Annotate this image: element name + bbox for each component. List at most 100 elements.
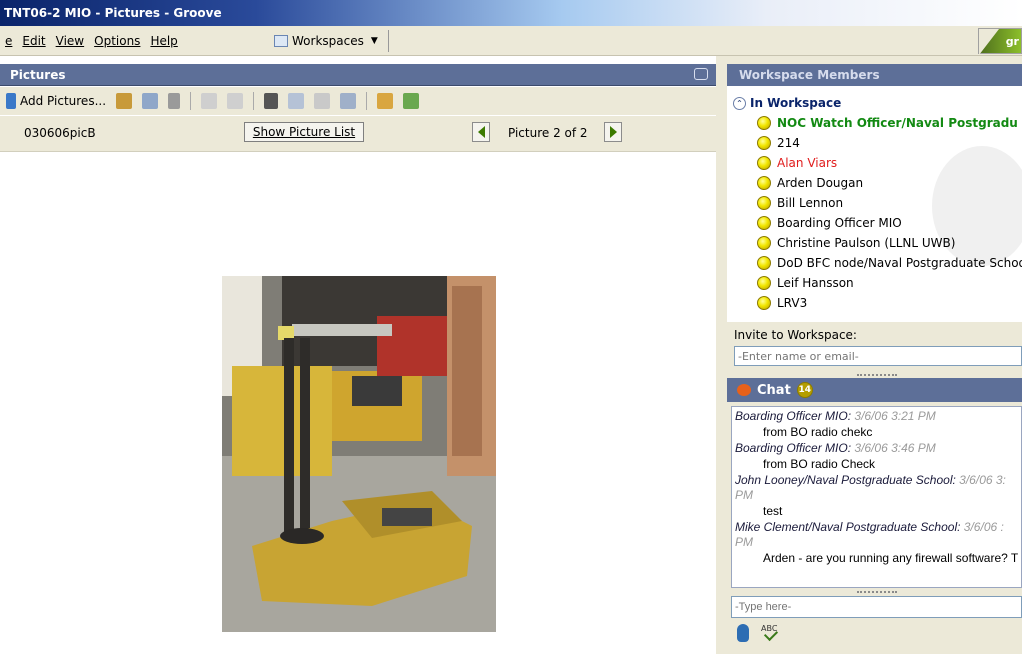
message-author-name: Mike Clement/Naval Postgraduate School: [735, 520, 961, 534]
message-timestamp-wrap: PM [735, 535, 753, 549]
show-picture-list-button[interactable]: Show Picture List [244, 122, 364, 142]
chat-message-body: Arden - are you running any firewall sof… [763, 551, 1019, 565]
menu-options[interactable]: Options [89, 34, 145, 48]
photo-illustration [222, 276, 496, 632]
microphone-icon[interactable] [737, 624, 749, 642]
message-timestamp-wrap: PM [735, 488, 753, 502]
arrow-right-icon [609, 126, 617, 138]
workspace-members-title: Workspace Members [739, 68, 880, 82]
workspaces-button[interactable]: Workspaces ▼ [274, 31, 378, 51]
menu-file[interactable]: e [0, 34, 17, 48]
message-timestamp: 3/6/06 3:21 PM [854, 409, 936, 423]
chat-title: Chat [757, 382, 791, 398]
copy-icon[interactable] [288, 93, 305, 109]
message-timestamp: 3/6/06 3:46 PM [854, 441, 936, 455]
member-item[interactable]: DoD BFC node/Naval Postgraduate School [757, 256, 1022, 270]
message-timestamp: 3/6/06 3: [959, 473, 1006, 487]
add-pictures-label: Add Pictures... [20, 94, 107, 108]
redo-icon[interactable] [227, 93, 244, 109]
paste-icon[interactable] [314, 93, 331, 109]
member-name: Christine Paulson (LLNL UWB) [777, 236, 956, 250]
presence-icon [757, 176, 771, 190]
unread-count-badge: 14 [796, 382, 813, 398]
member-name: Boarding Officer MIO [777, 216, 902, 230]
chat-tools: ABC [737, 624, 783, 642]
spell-check-icon[interactable]: ABC [761, 624, 783, 642]
invite-input[interactable] [734, 346, 1022, 366]
member-item[interactable]: Alan Viars [757, 156, 837, 170]
check-mark [763, 626, 779, 642]
next-picture-button[interactable] [604, 122, 622, 142]
show-picture-list-label: Show Picture List [252, 125, 356, 139]
presence-icon [757, 136, 771, 150]
menu-help-label: Help [150, 33, 178, 48]
delete-icon[interactable] [168, 93, 181, 109]
member-item[interactable]: Arden Dougan [757, 176, 863, 190]
save-picture-icon[interactable] [116, 93, 133, 109]
paste-special-icon[interactable] [340, 93, 357, 109]
resize-grip[interactable] [857, 591, 897, 595]
toolbar-separator [366, 92, 368, 110]
presence-icon [757, 156, 771, 170]
workspaces-icon [274, 35, 288, 47]
workspaces-label: Workspaces [292, 34, 364, 48]
previous-picture-button[interactable] [472, 122, 490, 142]
chat-input[interactable] [731, 596, 1022, 618]
cut-icon[interactable] [264, 93, 279, 109]
chat-message-author: John Looney/Naval Postgraduate School: 3… [735, 473, 1018, 488]
menu-edit[interactable]: Edit [17, 34, 50, 48]
right-panel: Workspace Members ⌃ In Workspace NOC Wat… [727, 56, 1022, 654]
picture-name: 030606picB [24, 126, 96, 140]
member-item[interactable]: NOC Watch Officer/Naval Postgradu [757, 116, 1018, 130]
presence-icon [757, 116, 771, 130]
menu-view[interactable]: View [51, 34, 89, 48]
member-item[interactable]: 214 [757, 136, 800, 150]
invite-section: Invite to Workspace: [727, 322, 1022, 370]
member-item[interactable]: Bill Lennon [757, 196, 843, 210]
chat-message-author: Mike Clement/Naval Postgraduate School: … [735, 520, 1018, 535]
add-pictures-button[interactable]: Add Pictures... [6, 92, 106, 110]
menu-bar: e Edit View Options Help Workspaces ▼ gr [0, 26, 1022, 56]
picture-viewer [0, 153, 716, 654]
member-name: Leif Hansson [777, 276, 854, 290]
presence-icon [757, 236, 771, 250]
chat-log[interactable]: Boarding Officer MIO: 3/6/06 3:21 PM fro… [731, 406, 1022, 588]
move-up-icon[interactable] [377, 93, 394, 109]
message-timestamp: 3/6/06 : [963, 520, 1004, 534]
restore-icon[interactable] [694, 68, 708, 80]
move-down-icon[interactable] [403, 93, 420, 109]
menu-help[interactable]: Help [145, 34, 182, 48]
member-name: Bill Lennon [777, 196, 844, 210]
in-workspace-label: In Workspace [750, 96, 842, 110]
members-list: ⌃ In Workspace NOC Watch Officer/Naval P… [727, 86, 1022, 322]
menu-options-label: Options [94, 33, 141, 48]
edit-icon[interactable] [142, 93, 159, 109]
panel-splitter[interactable] [716, 56, 727, 654]
chat-message-body: from BO radio chekc [763, 425, 873, 439]
menu-separator [388, 30, 389, 52]
message-author-name: Boarding Officer MIO: [735, 441, 852, 455]
member-item[interactable]: Christine Paulson (LLNL UWB) [757, 236, 955, 250]
member-item[interactable]: Leif Hansson [757, 276, 854, 290]
member-item[interactable]: Boarding Officer MIO [757, 216, 902, 230]
picture-nav-bar: 030606picB Show Picture List Picture 2 o… [0, 116, 716, 152]
presence-icon [757, 296, 771, 310]
title-bar: TNT06-2 MIO - Pictures - Groove [0, 0, 1022, 26]
chat-message-body: from BO radio Check [763, 457, 876, 471]
member-item[interactable]: LRV3 [757, 296, 807, 310]
undo-icon[interactable] [201, 93, 218, 109]
pictures-toolbar: Add Pictures... [0, 87, 716, 115]
workspace-members-header: Workspace Members [727, 64, 1022, 86]
in-workspace-group[interactable]: ⌃ In Workspace [733, 96, 841, 110]
chat-header: Chat 14 [727, 378, 1022, 402]
window-title-bar[interactable]: TNT06-2 MIO - Pictures - Groove [0, 0, 1022, 26]
picture-image [222, 276, 496, 632]
presence-icon [757, 196, 771, 210]
collapse-icon[interactable]: ⌃ [733, 96, 746, 110]
chat-message-author: Boarding Officer MIO: 3/6/06 3:21 PM [735, 409, 1018, 424]
chat-message-body: test [763, 504, 783, 518]
groove-logo[interactable]: gr [978, 28, 1022, 55]
menu-view-label: View [55, 33, 85, 48]
invite-label: Invite to Workspace: [734, 328, 857, 342]
member-name: Arden Dougan [777, 176, 864, 190]
